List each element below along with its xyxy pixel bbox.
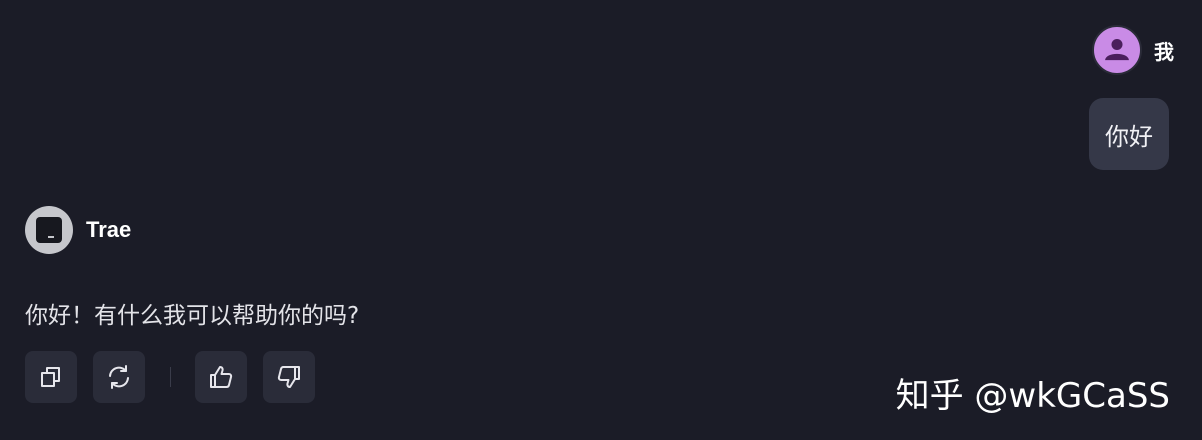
user-message-header: 我 bbox=[1092, 25, 1174, 75]
refresh-icon bbox=[109, 365, 129, 389]
thumbs-down-icon bbox=[277, 366, 300, 388]
like-button[interactable] bbox=[195, 351, 247, 403]
thumbs-up-icon bbox=[210, 366, 233, 388]
copy-button[interactable] bbox=[25, 351, 77, 403]
dislike-button[interactable] bbox=[263, 351, 315, 403]
watermark-text: 知乎 @wkGCaSS bbox=[895, 376, 1170, 416]
assistant-name: Trae bbox=[86, 217, 132, 242]
user-avatar bbox=[1092, 25, 1142, 75]
user-name: 我 bbox=[1154, 39, 1174, 64]
assistant-message-text: 你好！有什么我可以帮助你的吗? bbox=[25, 303, 360, 329]
assistant-message-header: Trae bbox=[25, 206, 131, 254]
message-action-bar bbox=[25, 351, 315, 403]
terminal-icon bbox=[36, 217, 62, 243]
regenerate-button[interactable] bbox=[93, 351, 145, 403]
user-message-bubble: 你好 bbox=[1089, 98, 1169, 170]
action-divider bbox=[170, 367, 171, 387]
assistant-avatar bbox=[25, 206, 73, 254]
copy-icon bbox=[41, 367, 60, 387]
person-icon bbox=[1105, 38, 1129, 61]
chat-panel: 我 你好 Trae 你好！有什么我可以帮助你的吗? 知乎 @wkGCaSS bbox=[0, 0, 1202, 440]
